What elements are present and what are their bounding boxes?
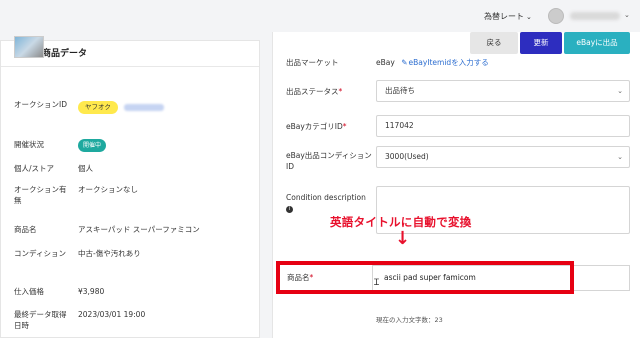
chevron-down-icon: ⌄ <box>617 153 623 161</box>
update-button[interactable]: 更新 <box>520 32 562 54</box>
ebay-condition-label: eBay出品コンディションID <box>286 151 372 171</box>
list-on-ebay-button[interactable]: eBayに出品 <box>564 32 630 54</box>
back-button[interactable]: 戻る <box>470 32 518 54</box>
exchange-rate-dropdown[interactable]: 為替レート ⌄ <box>484 11 532 22</box>
info-icon[interactable]: i <box>286 205 293 213</box>
ebay-condition-value: 3000(Used) <box>385 152 429 161</box>
field-value: ¥3,980 <box>78 287 105 296</box>
top-bar: 為替レート ⌄ ⌄ <box>0 0 640 34</box>
highlight-box <box>276 261 574 294</box>
field-label: 仕入価格 <box>14 287 44 296</box>
listing-status-value: 出品待ち <box>385 86 415 95</box>
marketplace-label: 出品マーケット <box>286 58 339 67</box>
avatar[interactable] <box>548 8 564 24</box>
ebay-category-label: eBayカテゴリID* <box>286 122 347 131</box>
field-value: アスキーパッド スーパーファミコン <box>78 225 200 234</box>
marketplace-value: eBay ✎eBayItemidを入力する <box>376 57 489 68</box>
field-label: 開催状況 <box>14 140 44 149</box>
field-label: オークションID <box>14 100 67 109</box>
field-label: オークション有無 <box>14 185 67 205</box>
auction-id-redacted[interactable] <box>123 103 164 111</box>
condition-description-label: Condition description i <box>286 193 366 213</box>
marketplace-name: eBay <box>376 58 395 67</box>
field-label: 個人/ストア <box>14 164 55 173</box>
chevron-down-icon[interactable]: ⌄ <box>624 11 630 19</box>
ebay-category-input[interactable]: 117042 <box>376 115 630 137</box>
field-label: 商品名 <box>14 225 37 234</box>
edit-icon[interactable]: ✎ <box>401 58 407 67</box>
field-value: 個人 <box>78 164 93 173</box>
field-value: 2023/03/01 19:00 <box>78 310 146 319</box>
user-name-redacted <box>570 12 620 20</box>
field-label: 最終データ取得日時 <box>14 310 67 330</box>
listing-status-select[interactable]: 出品待ち ⌄ <box>376 80 630 102</box>
character-counter: 現在の入力文字数：23 <box>376 316 443 324</box>
chevron-down-icon: ⌄ <box>526 13 532 21</box>
ebay-condition-select[interactable]: 3000(Used) ⌄ <box>376 146 630 168</box>
exchange-rate-label: 為替レート <box>484 12 524 21</box>
listing-status-label: 出品ステータス* <box>286 87 343 96</box>
chevron-down-icon: ⌄ <box>617 87 623 95</box>
arrow-down-icon: ↓ <box>395 228 411 249</box>
field-value: オークションなし <box>78 185 138 194</box>
yahoo-auction-badge: ヤフオク <box>78 101 118 114</box>
product-thumbnail[interactable] <box>14 36 44 58</box>
field-label: コンディション <box>14 249 66 258</box>
ebay-itemid-link[interactable]: eBayItemidを入力する <box>408 58 488 67</box>
field-value: 中古-傷や汚れあり <box>78 249 141 258</box>
status-badge: 開催中 <box>78 139 107 152</box>
